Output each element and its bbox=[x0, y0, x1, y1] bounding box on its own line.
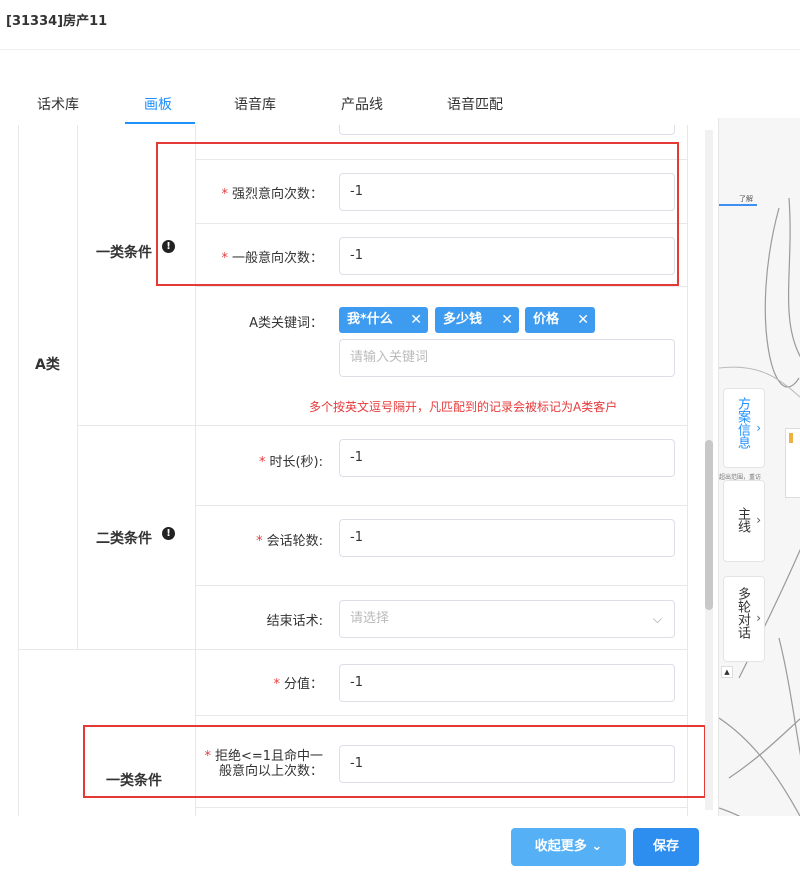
table-border-left bbox=[18, 125, 19, 825]
side-tab-main-line[interactable]: 主线 › bbox=[723, 480, 765, 562]
row-divider bbox=[195, 286, 687, 287]
highlight-box bbox=[156, 142, 679, 286]
side-tab-plan-info[interactable]: 方案信息 › bbox=[723, 388, 765, 468]
rounds-input[interactable]: -1 bbox=[339, 519, 675, 557]
node-status-marker bbox=[789, 433, 793, 443]
rounds-label: * 会话轮数: bbox=[208, 530, 323, 549]
save-button[interactable]: 保存 bbox=[633, 828, 699, 866]
row-divider bbox=[195, 715, 687, 716]
collapse-more-label: 收起更多 bbox=[534, 839, 587, 854]
table-border-right bbox=[687, 125, 688, 825]
rounds-label-text: 会话轮数: bbox=[266, 534, 323, 549]
row-divider bbox=[77, 425, 687, 426]
row-divider bbox=[18, 649, 687, 650]
prev-field-input[interactable] bbox=[339, 125, 675, 135]
end-script-label: 结束话术: bbox=[266, 614, 323, 629]
info-icon[interactable]: ! bbox=[162, 527, 175, 540]
col-divider-category bbox=[77, 125, 78, 649]
keyword-tag-text: 我*什么 bbox=[347, 312, 393, 327]
keyword-tag: 价格 ✕ bbox=[525, 307, 595, 333]
chevron-right-icon: › bbox=[756, 421, 761, 435]
category-a-label: A类 bbox=[35, 357, 60, 373]
row-divider bbox=[195, 807, 687, 808]
tab-canvas[interactable]: 画板 bbox=[144, 94, 172, 114]
a-keywords-label: A类关键词： bbox=[249, 316, 323, 331]
keyword-hint: 多个按英文逗号隔开，凡匹配到的记录会被标记为A类客户 bbox=[309, 400, 618, 414]
required-mark: * bbox=[256, 534, 263, 549]
canvas-node[interactable] bbox=[785, 428, 800, 498]
scrollbar-thumb[interactable] bbox=[705, 440, 713, 610]
chevron-right-icon: › bbox=[756, 611, 761, 625]
highlight-box bbox=[83, 725, 706, 798]
tab-voice-match[interactable]: 语音匹配 bbox=[447, 94, 503, 114]
side-tab-plan-info-label: 方案信息 bbox=[735, 397, 750, 449]
tab-script-library[interactable]: 话术库 bbox=[37, 94, 79, 114]
required-mark: * bbox=[258, 455, 266, 470]
active-tab-indicator bbox=[125, 122, 195, 124]
window-header: [31334]房产11 bbox=[0, 0, 800, 50]
tab-bar: 话术库 画板 语音库 产品线 语音匹配 bbox=[0, 88, 800, 124]
required-mark: * bbox=[273, 677, 280, 692]
keyword-tag-text: 多少钱 bbox=[443, 312, 483, 327]
row-divider bbox=[195, 505, 687, 506]
keyword-tag: 多少钱 ✕ bbox=[435, 307, 519, 333]
window-title: [31334]房产11 bbox=[6, 14, 108, 29]
flow-canvas[interactable]: 了解 超出范围，重访 方案信息 › 主线 › 多轮对话 › ▲ bbox=[718, 118, 800, 858]
collapse-more-button[interactable]: 收起更多 ⌄ bbox=[511, 828, 626, 866]
side-tab-multi-round[interactable]: 多轮对话 › bbox=[723, 576, 765, 662]
side-tab-main-line-label: 主线 bbox=[735, 507, 750, 533]
end-script-placeholder: 请选择 bbox=[350, 611, 390, 626]
side-tab-multi-round-label: 多轮对话 bbox=[735, 587, 750, 639]
keyword-tag: 我*什么 ✕ bbox=[339, 307, 428, 333]
duration-label-text: 时长(秒): bbox=[269, 455, 323, 470]
score-label: * 分值： bbox=[208, 673, 323, 692]
duration-input[interactable]: -1 bbox=[339, 439, 675, 477]
tag-close-icon[interactable]: ✕ bbox=[501, 307, 513, 333]
tag-close-icon[interactable]: ✕ bbox=[410, 307, 422, 333]
tab-voice-library[interactable]: 语音库 bbox=[234, 94, 276, 114]
canvas-node-label: 了解 bbox=[739, 195, 753, 203]
chevron-right-icon: › bbox=[756, 513, 761, 527]
tab-product-line[interactable]: 产品线 bbox=[341, 94, 383, 114]
score-input[interactable]: -1 bbox=[339, 664, 675, 702]
chevron-down-icon: ⌄ bbox=[591, 839, 603, 854]
cond1-label: 一类条件 bbox=[96, 245, 152, 261]
row-divider bbox=[195, 585, 687, 586]
scroll-up-icon[interactable]: ▲ bbox=[721, 666, 733, 678]
tag-close-icon[interactable]: ✕ bbox=[577, 307, 589, 333]
canvas-node[interactable]: 了解 bbox=[719, 194, 757, 206]
keyword-tag-text: 价格 bbox=[533, 312, 560, 327]
keyword-input[interactable]: 请输入关键词 bbox=[339, 339, 675, 377]
end-script-select[interactable]: 请选择 ⌵ bbox=[339, 600, 675, 638]
chevron-down-icon: ⌵ bbox=[652, 612, 662, 626]
cond2-label: 二类条件 bbox=[96, 531, 152, 547]
score-label-text: 分值： bbox=[283, 677, 323, 692]
duration-label: * 时长(秒): bbox=[208, 451, 323, 470]
